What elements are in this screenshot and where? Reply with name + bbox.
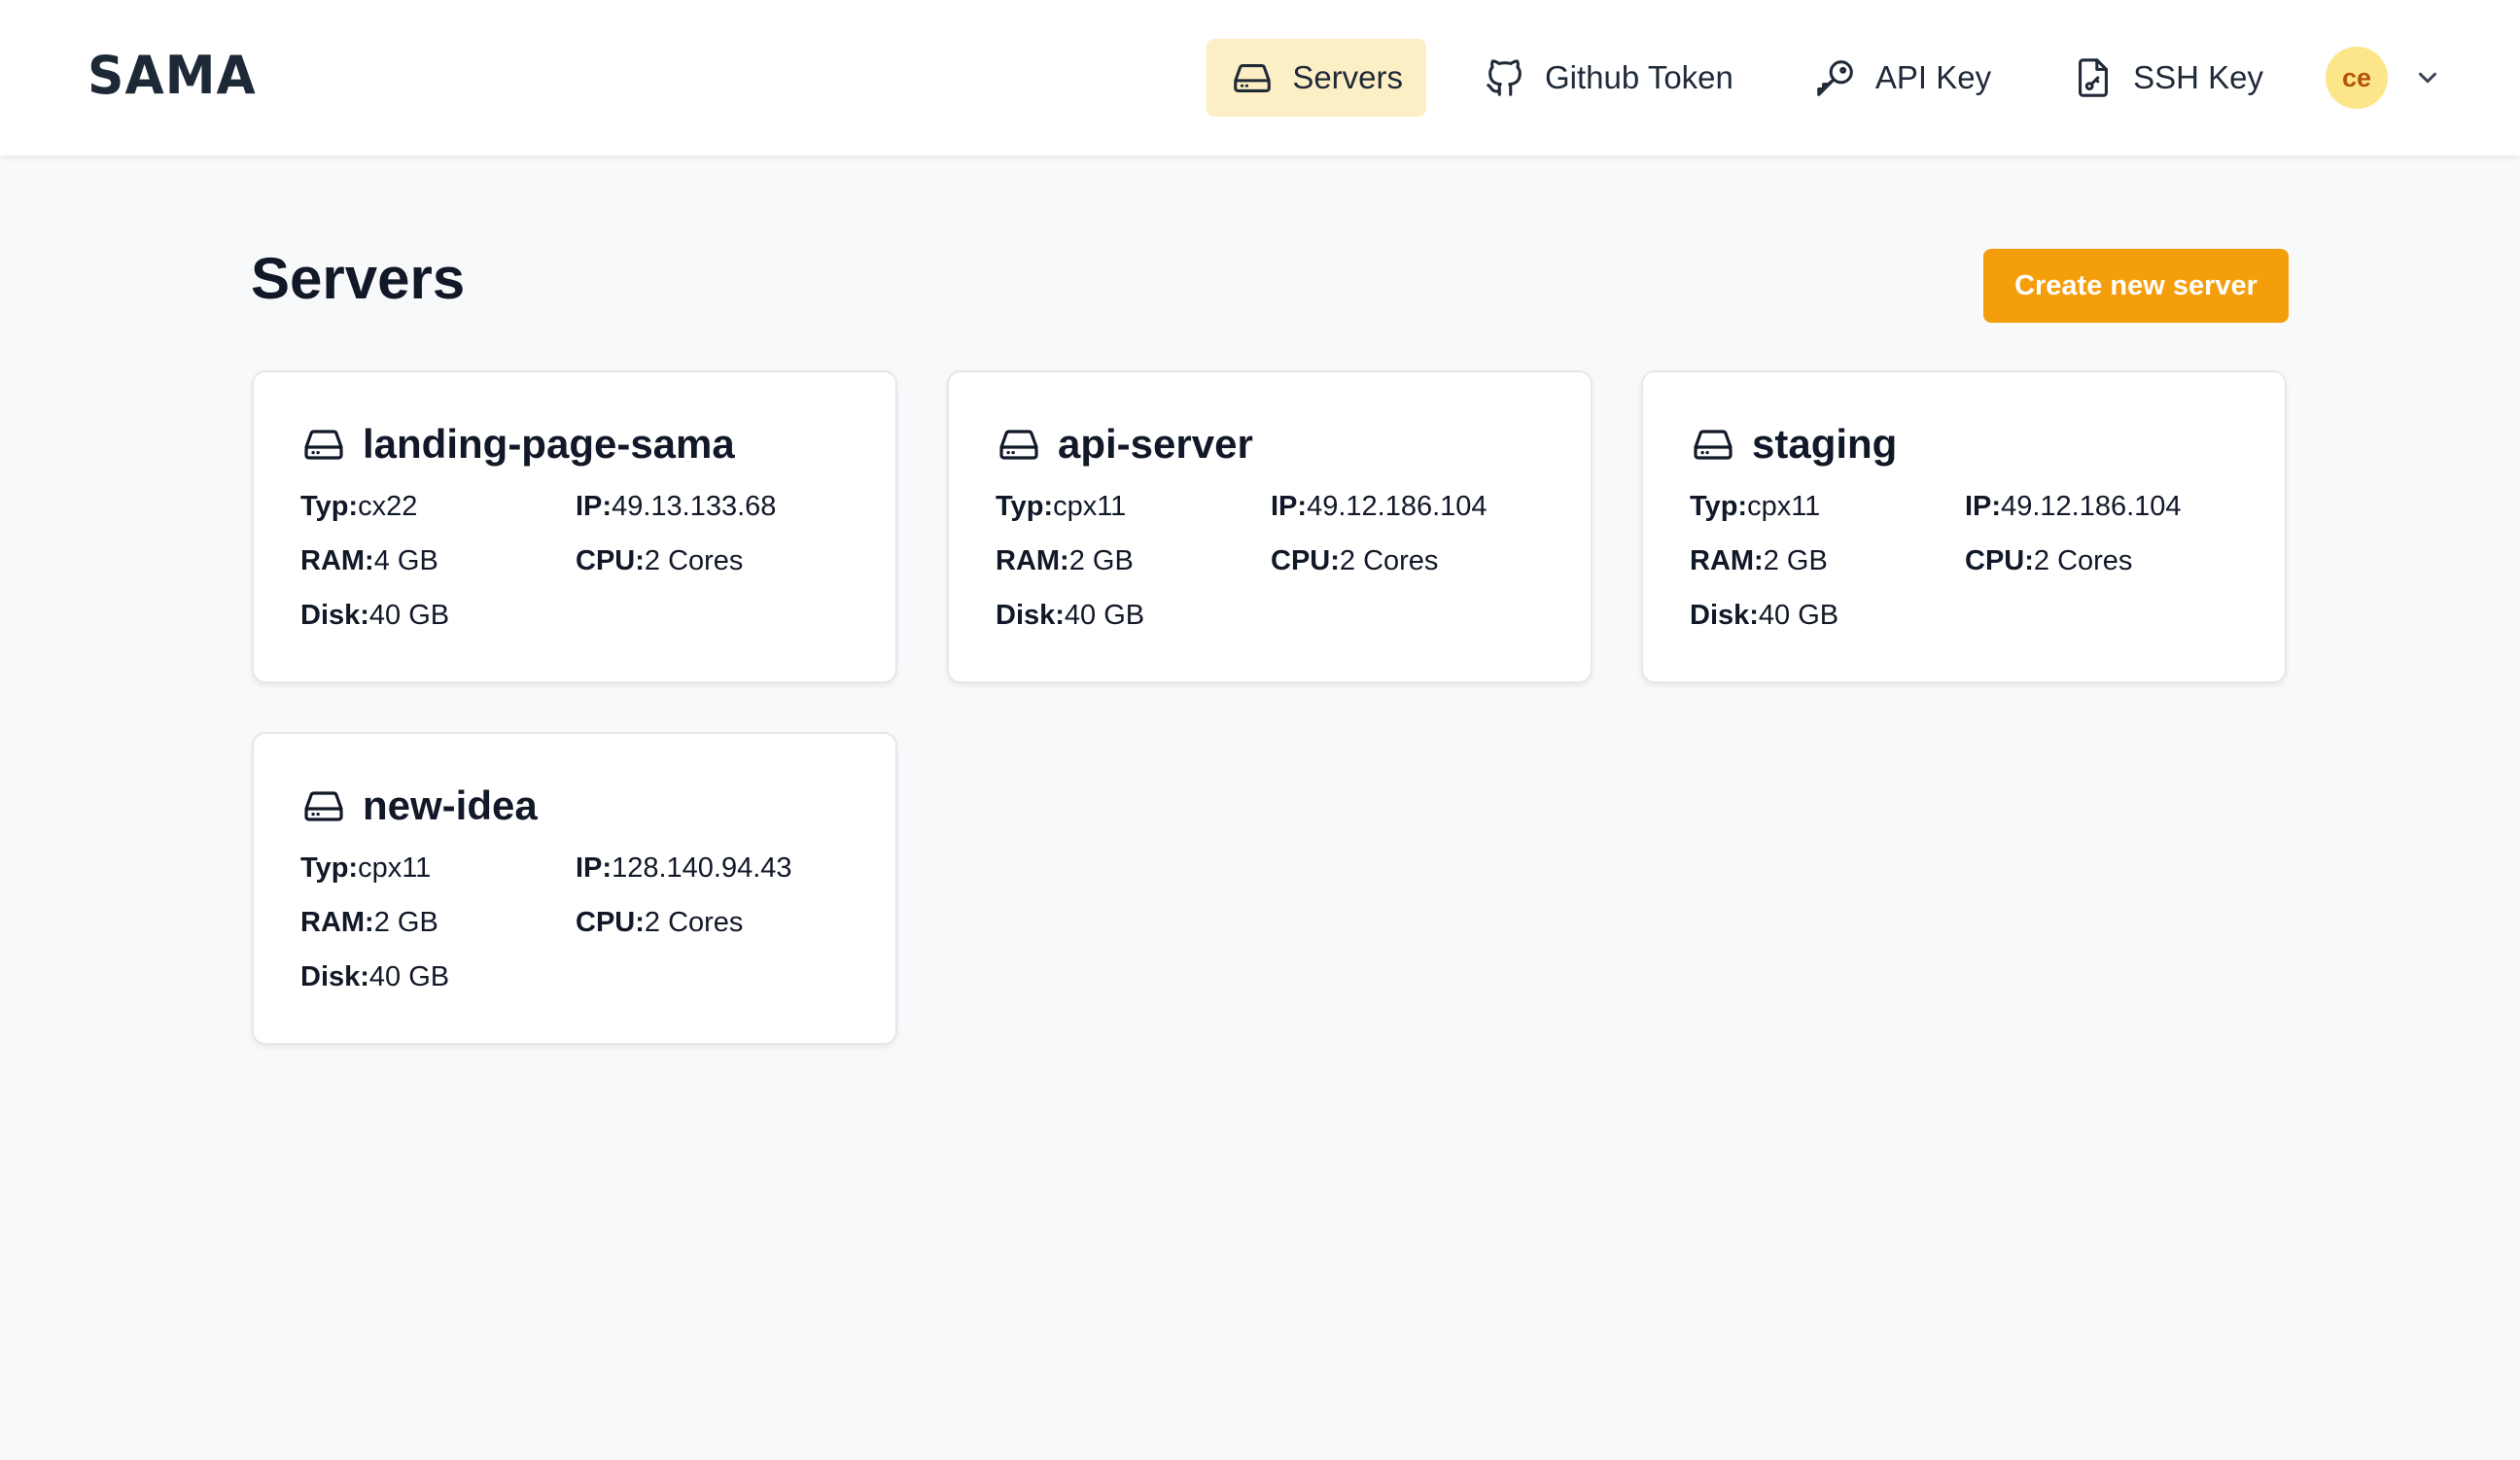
server-ram: RAM:2 GB [996,545,1134,576]
server-ip: IP:49.13.133.68 [576,491,777,522]
server-card-header: staging [1690,421,1897,468]
server-icon [300,421,347,468]
server-ram: RAM:2 GB [1690,545,1828,576]
chevron-down-icon[interactable] [2413,63,2442,92]
server-disk: Disk:40 GB [996,600,1145,631]
server-type: Typ:cpx11 [996,491,1127,522]
server-name: api-server [1058,421,1253,467]
server-type: Typ:cpx11 [300,852,432,884]
server-icon [996,421,1042,468]
server-disk: Disk:40 GB [300,961,450,992]
server-type: Typ:cpx11 [1690,491,1821,522]
server-disk: Disk:40 GB [300,600,450,631]
server-name: new-idea [363,782,538,828]
server-card[interactable]: api-server Typ:cpx11 IP:49.12.186.104 RA… [947,370,1592,683]
server-disk: Disk:40 GB [1690,600,1839,631]
user-avatar[interactable]: ce [2326,47,2388,109]
nav-item-label: SSH Key [2133,59,2263,95]
nav-item-github-token[interactable]: Github Token [1459,39,1757,117]
server-icon [1690,421,1736,468]
github-icon [1483,55,1527,100]
server-ram: RAM:4 GB [300,545,438,576]
logo[interactable]: SAMA [88,46,257,107]
nav-item-ssh-key[interactable]: SSH Key [2048,39,2287,117]
server-type: Typ:cx22 [300,491,418,522]
server-ram: RAM:2 GB [300,907,438,938]
server-card[interactable]: landing-page-sama Typ:cx22 IP:49.13.133.… [252,370,897,683]
server-card-header: landing-page-sama [300,421,735,468]
server-ip: IP:128.140.94.43 [576,852,792,884]
key-icon [1813,55,1858,100]
server-cpu: CPU:2 Cores [576,907,744,938]
main-nav: Servers Github Token API Key SSH Key ce [1173,39,2442,117]
server-icon [300,782,347,829]
server-cpu: CPU:2 Cores [1271,545,1439,576]
server-card-header: api-server [996,421,1253,468]
document-key-icon [2071,55,2116,100]
server-icon [1230,55,1275,100]
server-ip: IP:49.12.186.104 [1965,491,2182,522]
server-ip: IP:49.12.186.104 [1271,491,1488,522]
nav-item-api-key[interactable]: API Key [1790,39,2014,117]
page-title: Servers [251,246,466,311]
server-name: landing-page-sama [363,421,735,467]
server-card[interactable]: new-idea Typ:cpx11 IP:128.140.94.43 RAM:… [252,732,897,1045]
server-card[interactable]: staging Typ:cpx11 IP:49.12.186.104 RAM:2… [1641,370,2287,683]
nav-item-servers[interactable]: Servers [1207,39,1427,117]
server-card-header: new-idea [300,782,538,829]
nav-item-label: Servers [1292,59,1404,95]
server-cpu: CPU:2 Cores [1965,545,2133,576]
server-cpu: CPU:2 Cores [576,545,744,576]
create-server-button[interactable]: Create new server [1983,249,2289,323]
nav-item-label: API Key [1874,59,1992,95]
top-navbar: SAMA Servers Github Token API Key SSH Ke… [0,0,2520,156]
server-name: staging [1752,421,1898,467]
nav-item-label: Github Token [1545,59,1733,95]
